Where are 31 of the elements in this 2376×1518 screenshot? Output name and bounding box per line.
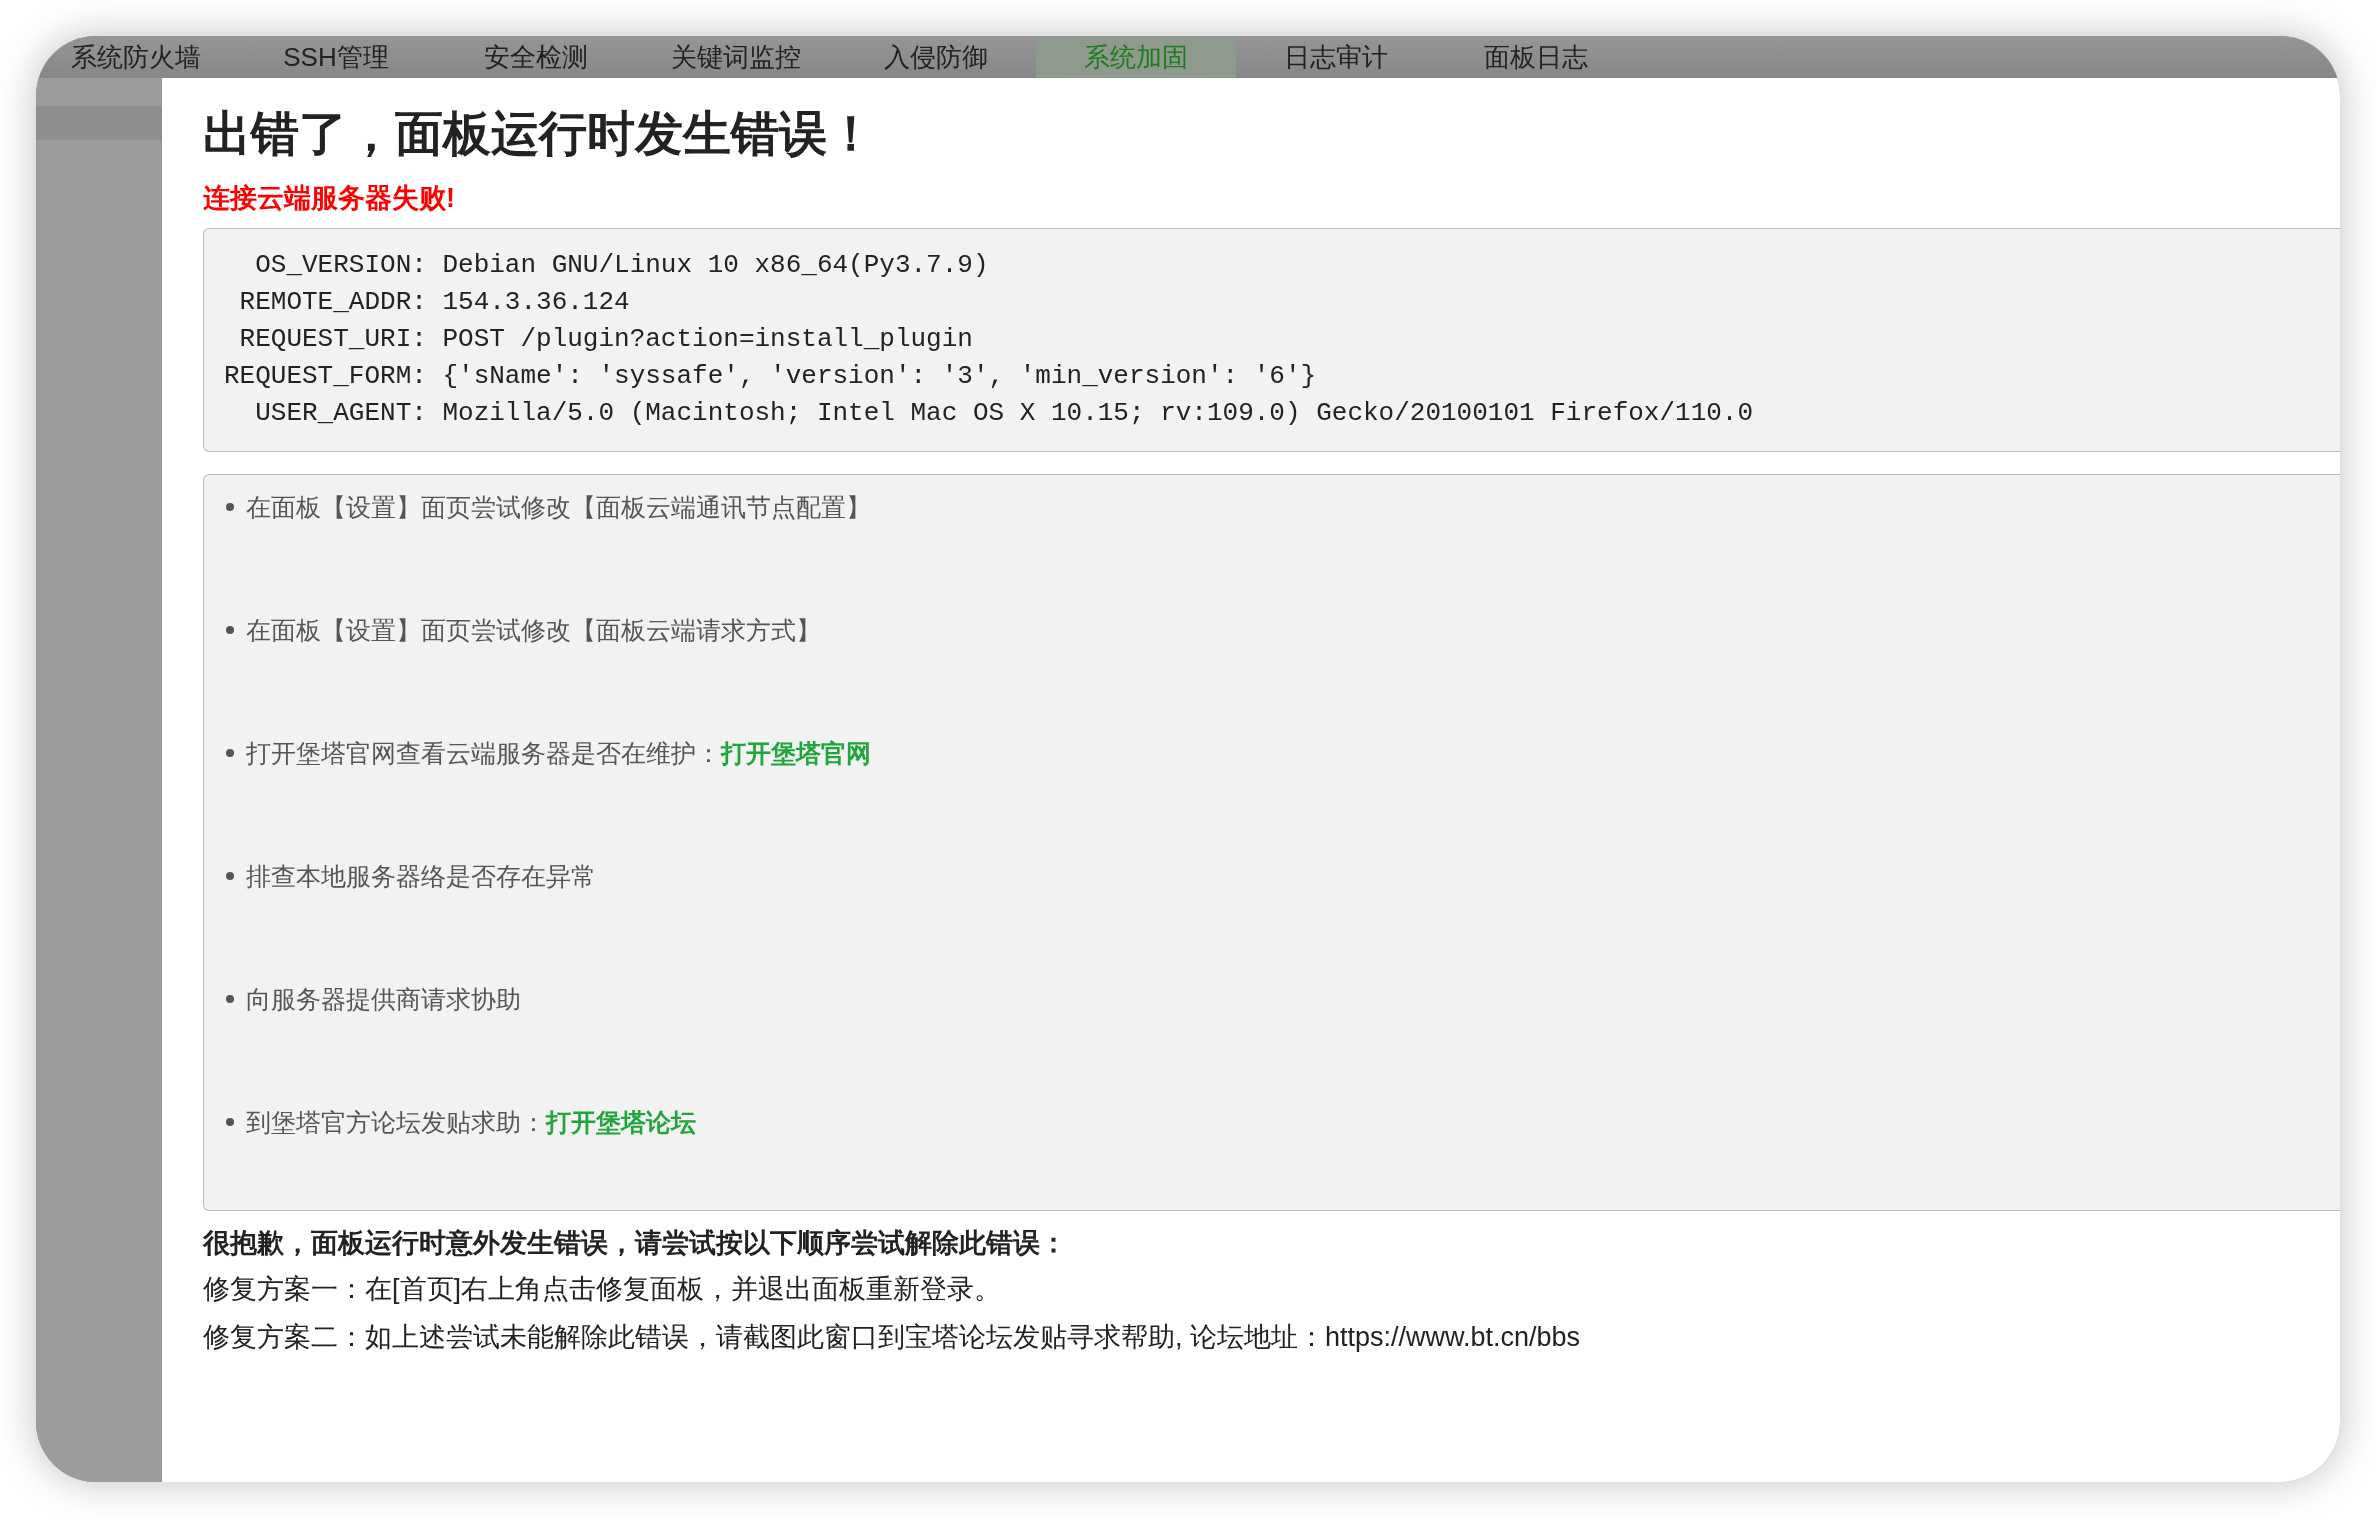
tab[interactable]: SSH管理 (236, 36, 436, 78)
suggestion-text: 到堡塔官方论坛发贴求助：打开堡塔论坛 (246, 1107, 696, 1138)
error-title: 出错了，面板运行时发生错误！ (203, 106, 876, 162)
tab[interactable]: 入侵防御 (836, 36, 1036, 78)
link[interactable]: 打开堡塔官网 (721, 739, 871, 767)
tab[interactable]: 关键词监控 (636, 36, 836, 78)
tab[interactable]: 系统防火墙 (36, 36, 236, 78)
link[interactable]: 打开堡塔论坛 (546, 1108, 696, 1136)
detail-line: REQUEST_FORM: {'sName': 'syssafe', 'version': '3', 'min_version': '6'} (224, 360, 1317, 393)
bullet-icon (226, 503, 234, 511)
fix-text: 修复方案一：在[首页]右上角点击修复面板，并退出面板重新登录。 (203, 1273, 1001, 1306)
detail-line: REQUEST_URI: POST /plugin?action=install_plugin (238, 323, 973, 356)
detail-line: USER_AGENT: Mozilla/5.0 (Macintosh; Intel Mac OS X 10.15; rv:109.0) Gecko/20100101 Firefox/110.0 (254, 397, 1754, 430)
bullet-icon (226, 872, 234, 880)
suggestion-text: 打开堡塔官网查看云端服务器是否在维护：打开堡塔官网 (246, 738, 871, 769)
tab[interactable]: 面板日志 (1436, 36, 1636, 78)
detail-line: OS_VERSION: Debian GNU/Linux 10 x86_64(Py3.7.9) (254, 249, 989, 282)
bullet-icon (226, 626, 234, 634)
suggestion-text: 在面板【设置】面页尝试修改【面板云端请求方式】 (246, 615, 821, 646)
apology-text: 很抱歉，面板运行时意外发生错误，请尝试按以下顺序尝试解除此错误： (203, 1227, 1067, 1260)
fix-text: 修复方案二：如上述尝试未能解除此错误，请截图此窗口到宝塔论坛发贴寻求帮助, 论坛地址：https://www.bt.cn/bbs (203, 1321, 1581, 1354)
suggestion-text: 排查本地服务器络是否存在异常 (246, 861, 596, 892)
bullet-icon (226, 749, 234, 757)
bullet-icon (226, 1118, 234, 1126)
detail-line: REMOTE_ADDR: 154.3.36.124 (238, 286, 630, 319)
bullet-icon (226, 995, 234, 1003)
suggestion-text: 向服务器提供商请求协助 (246, 984, 521, 1015)
suggestion-text: 在面板【设置】面页尝试修改【面板云端通讯节点配置】 (246, 492, 871, 523)
tab[interactable]: 日志审计 (1236, 36, 1436, 78)
error-message: 连接云端服务器失败! (203, 182, 455, 215)
tab[interactable]: 安全检测 (436, 36, 636, 78)
